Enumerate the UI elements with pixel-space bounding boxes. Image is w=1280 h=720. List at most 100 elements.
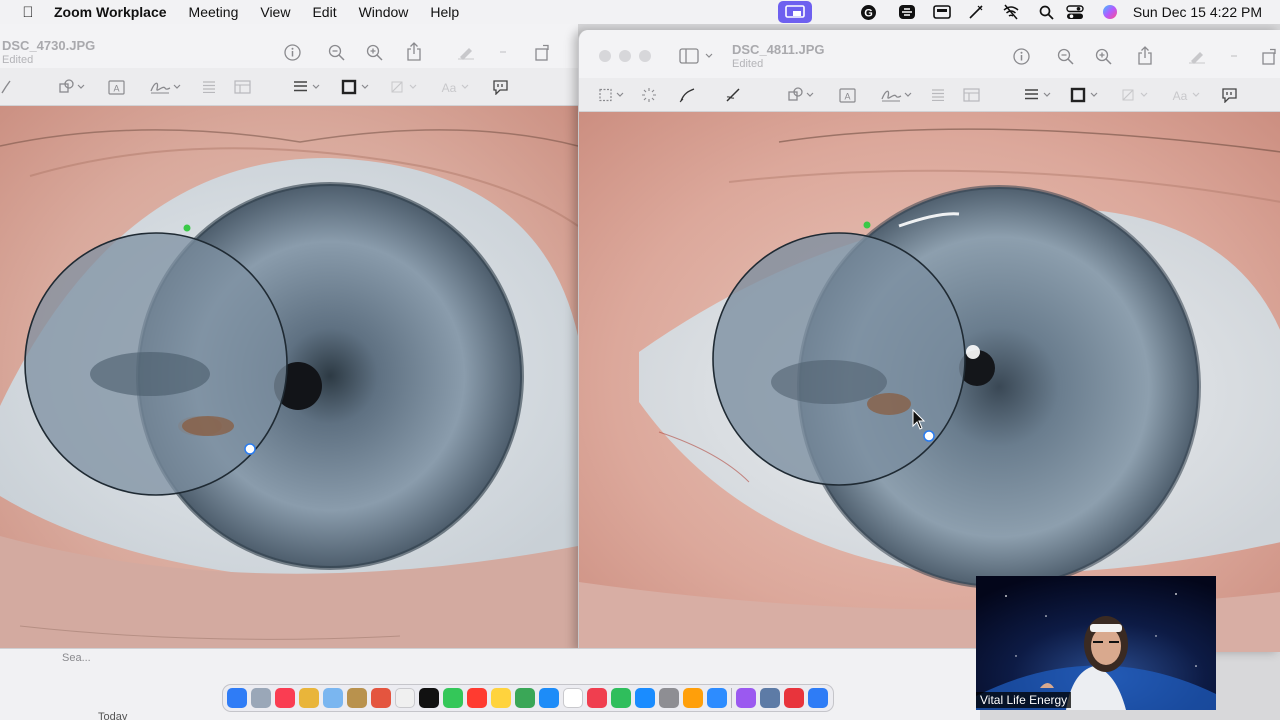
font-style-icon[interactable]: Aa xyxy=(1171,86,1205,104)
cloud-sync-icon[interactable] xyxy=(896,0,918,24)
shape-style-icon[interactable] xyxy=(292,78,324,96)
sidebar-toggle-icon[interactable] xyxy=(677,46,717,66)
more-dim-icon[interactable] xyxy=(1227,46,1241,66)
fill-color-icon[interactable] xyxy=(1119,86,1153,104)
magnifier-resize-handle[interactable] xyxy=(923,430,935,442)
apple-menu-icon[interactable]:  xyxy=(18,4,38,21)
eye-photo-right[interactable] xyxy=(579,112,1280,652)
adjust-size-icon[interactable] xyxy=(232,78,252,96)
grammarly-icon[interactable]: G xyxy=(858,0,878,24)
zoom-out-icon[interactable] xyxy=(326,42,346,62)
magnifier-top-handle[interactable] xyxy=(183,224,191,232)
text-tool-icon[interactable]: A xyxy=(106,78,126,96)
dock-calendar-icon[interactable] xyxy=(467,688,487,708)
selection-tool-icon[interactable] xyxy=(597,86,629,104)
rotate-icon[interactable] xyxy=(1259,46,1279,66)
font-style-icon[interactable]: Aa xyxy=(440,78,474,96)
dock-calendar-31-icon[interactable] xyxy=(563,688,583,708)
sketch-tool-icon[interactable] xyxy=(0,78,12,96)
dock-launchpad-icon[interactable] xyxy=(251,688,271,708)
screen-share-indicator-icon[interactable] xyxy=(778,1,812,23)
close-window-button[interactable] xyxy=(599,50,611,62)
dock-notes-bag-icon[interactable] xyxy=(347,688,367,708)
info-icon[interactable] xyxy=(282,42,302,62)
zoom-window-button[interactable] xyxy=(639,50,651,62)
dock-apple-tv-icon[interactable] xyxy=(419,688,439,708)
dock-pages-icon[interactable] xyxy=(683,688,703,708)
dock-zoom-icon[interactable] xyxy=(707,688,727,708)
sign-tool-icon[interactable] xyxy=(879,86,915,104)
dock-news-icon[interactable] xyxy=(587,688,607,708)
participant-name-tag: Vital Life Energy xyxy=(976,692,1072,708)
window-filename[interactable]: DSC_4811.JPG xyxy=(732,42,825,57)
dock-maps-icon[interactable] xyxy=(515,688,535,708)
menu-edit[interactable]: Edit xyxy=(312,4,336,20)
fill-color-icon[interactable] xyxy=(388,78,422,96)
app-menu[interactable]: Zoom Workplace xyxy=(54,4,167,20)
text-style-icon[interactable] xyxy=(200,78,218,96)
svg-text:Aa: Aa xyxy=(1173,89,1188,103)
wifi-off-icon[interactable] xyxy=(1000,0,1022,24)
shapes-tool-icon[interactable] xyxy=(56,78,90,96)
annotate-icon[interactable] xyxy=(1219,86,1239,104)
sign-tool-icon[interactable] xyxy=(148,78,184,96)
border-color-icon[interactable] xyxy=(1069,86,1103,104)
adjust-size-icon[interactable] xyxy=(961,86,981,104)
markup-highlight-icon[interactable] xyxy=(456,42,476,62)
dock-app-store-blue-icon[interactable] xyxy=(539,688,559,708)
dock-photos-icon[interactable] xyxy=(323,688,343,708)
menu-meeting[interactable]: Meeting xyxy=(189,4,239,20)
dock-safari-icon[interactable] xyxy=(808,688,828,708)
dock-reminders-icon[interactable] xyxy=(395,688,415,708)
search-icon[interactable] xyxy=(1036,0,1056,24)
dock-notes-icon[interactable] xyxy=(491,688,511,708)
dock-acrobat-icon[interactable] xyxy=(784,688,804,708)
display-icon[interactable] xyxy=(932,0,952,24)
control-center-icon[interactable] xyxy=(1064,0,1086,24)
share-icon[interactable] xyxy=(404,40,424,62)
zoom-out-icon[interactable] xyxy=(1055,46,1075,66)
menu-bar-clock[interactable]: Sun Dec 15 4:22 PM xyxy=(1133,0,1262,24)
shape-style-icon[interactable] xyxy=(1023,86,1055,104)
dock-chrome-icon[interactable] xyxy=(371,688,391,708)
zoom-video-tile[interactable]: Vital Life Energy xyxy=(976,576,1216,710)
magnifier-top-handle[interactable] xyxy=(863,221,871,229)
info-icon[interactable] xyxy=(1011,46,1031,66)
shapes-tool-icon[interactable] xyxy=(785,86,819,104)
zoom-in-icon[interactable] xyxy=(1093,46,1113,66)
border-color-icon[interactable] xyxy=(340,78,374,96)
dock-finder-icon[interactable] xyxy=(227,688,247,708)
menu-window[interactable]: Window xyxy=(359,4,409,20)
dock-numbers-icon[interactable] xyxy=(611,688,631,708)
siri-icon[interactable] xyxy=(1100,0,1120,24)
zoom-in-icon[interactable] xyxy=(364,42,384,62)
svg-text:A: A xyxy=(844,91,850,101)
dock-music-icon[interactable] xyxy=(275,688,295,708)
dock-settings-icon[interactable] xyxy=(659,688,679,708)
minimize-window-button[interactable] xyxy=(619,50,631,62)
text-tool-icon[interactable]: A xyxy=(837,86,857,104)
sketch-tool-icon[interactable] xyxy=(677,86,697,104)
more-dim-icon[interactable] xyxy=(496,42,510,62)
share-icon[interactable] xyxy=(1135,44,1155,66)
instant-alpha-icon[interactable] xyxy=(639,86,659,104)
window-filename[interactable]: DSC_4730.JPG xyxy=(2,38,95,53)
dock-messages-icon[interactable] xyxy=(443,688,463,708)
text-style-icon[interactable] xyxy=(929,86,947,104)
rotate-icon[interactable] xyxy=(532,42,552,62)
dock-app-store-icon[interactable] xyxy=(635,688,655,708)
menu-view[interactable]: View xyxy=(260,4,290,20)
dock-podcasts-icon[interactable] xyxy=(736,688,756,708)
dock-photos-grid-icon[interactable] xyxy=(299,688,319,708)
finder-search-label[interactable]: Sea... xyxy=(62,652,91,664)
pen-icon[interactable] xyxy=(966,0,986,24)
markup-highlight-icon[interactable] xyxy=(1187,46,1207,66)
menu-help[interactable]: Help xyxy=(430,4,459,20)
eye-photo-left[interactable] xyxy=(0,106,578,648)
magnifier-resize-handle[interactable] xyxy=(244,443,256,455)
markup-toolbar: A Aa xyxy=(579,78,1280,112)
dock-preview-icon[interactable] xyxy=(760,688,780,708)
annotate-icon[interactable] xyxy=(490,78,510,96)
preview-window-right: DSC_4811.JPG Edited A Aa xyxy=(578,30,1280,652)
draw-tool-icon[interactable] xyxy=(723,86,743,104)
